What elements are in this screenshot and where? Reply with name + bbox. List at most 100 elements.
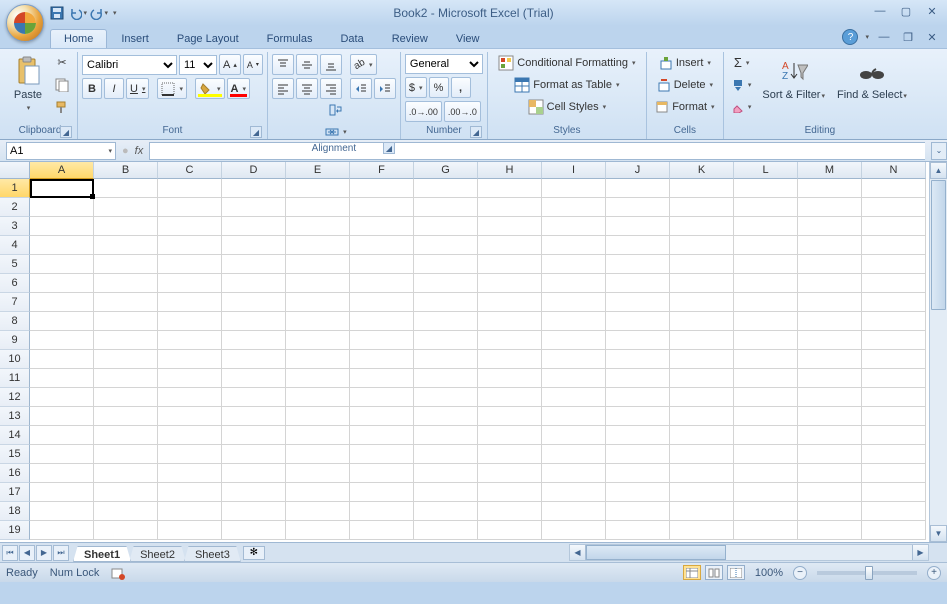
sort-filter-button[interactable]: AZ Sort & Filter▾ <box>757 52 830 118</box>
row-header[interactable]: 14 <box>0 426 30 445</box>
cell[interactable] <box>862 521 926 540</box>
cell[interactable] <box>30 369 94 388</box>
cell[interactable] <box>798 293 862 312</box>
cell[interactable] <box>414 521 478 540</box>
cell[interactable] <box>286 350 350 369</box>
cell[interactable] <box>222 388 286 407</box>
cell[interactable] <box>286 445 350 464</box>
close-button[interactable]: ✕ <box>923 4 941 18</box>
cell[interactable] <box>606 236 670 255</box>
find-select-button[interactable]: Find & Select▾ <box>832 52 912 118</box>
cell[interactable] <box>350 293 414 312</box>
normal-view-button[interactable] <box>683 565 701 580</box>
cell[interactable] <box>670 293 734 312</box>
cell[interactable] <box>862 350 926 369</box>
cell[interactable] <box>222 464 286 483</box>
cell[interactable] <box>862 293 926 312</box>
conditional-formatting-button[interactable]: Conditional Formatting▾ <box>492 52 642 73</box>
cell[interactable] <box>286 407 350 426</box>
cell[interactable] <box>670 274 734 293</box>
cell[interactable] <box>798 236 862 255</box>
cell[interactable] <box>478 350 542 369</box>
cell[interactable] <box>670 502 734 521</box>
cell[interactable] <box>350 198 414 217</box>
cell[interactable] <box>862 331 926 350</box>
row-header[interactable]: 2 <box>0 198 30 217</box>
cell[interactable] <box>542 350 606 369</box>
cell[interactable] <box>542 331 606 350</box>
cell[interactable] <box>350 388 414 407</box>
page-layout-view-button[interactable] <box>705 565 723 580</box>
cell[interactable] <box>158 388 222 407</box>
cell[interactable] <box>862 426 926 445</box>
cell[interactable] <box>414 312 478 331</box>
undo-icon[interactable]: ▾ <box>69 4 87 22</box>
cell[interactable] <box>30 331 94 350</box>
cell[interactable] <box>798 369 862 388</box>
number-format-select[interactable]: General <box>405 54 483 74</box>
tab-insert[interactable]: Insert <box>107 29 163 48</box>
cell[interactable] <box>734 312 798 331</box>
row-header[interactable]: 8 <box>0 312 30 331</box>
row-header[interactable]: 4 <box>0 236 30 255</box>
cell[interactable] <box>734 426 798 445</box>
cell[interactable] <box>158 331 222 350</box>
cell[interactable] <box>350 426 414 445</box>
active-cell[interactable] <box>30 179 94 198</box>
decrease-indent-button[interactable] <box>350 78 372 99</box>
sheet-tab[interactable]: Sheet2 <box>129 546 186 562</box>
cell[interactable] <box>350 255 414 274</box>
cell[interactable] <box>670 255 734 274</box>
cell[interactable] <box>606 350 670 369</box>
cell[interactable] <box>734 464 798 483</box>
cell[interactable] <box>286 331 350 350</box>
workbook-close-button[interactable]: ✕ <box>923 30 941 44</box>
cell[interactable] <box>94 464 158 483</box>
row-header[interactable]: 6 <box>0 274 30 293</box>
new-sheet-button[interactable]: ✻ <box>243 546 265 560</box>
cell[interactable] <box>542 464 606 483</box>
alignment-launcher[interactable]: ◢ <box>383 142 395 154</box>
horizontal-scrollbar[interactable]: ◀ ▶ <box>569 544 929 561</box>
cell[interactable] <box>734 274 798 293</box>
maximize-button[interactable]: ▢ <box>897 4 915 18</box>
cell[interactable] <box>798 483 862 502</box>
cell[interactable] <box>542 179 606 198</box>
tab-data[interactable]: Data <box>326 29 377 48</box>
cell[interactable] <box>286 236 350 255</box>
cell[interactable] <box>30 521 94 540</box>
cell[interactable] <box>286 274 350 293</box>
cell[interactable] <box>862 179 926 198</box>
font-name-select[interactable]: Calibri <box>82 55 177 75</box>
cell[interactable] <box>478 445 542 464</box>
cell[interactable] <box>606 426 670 445</box>
percent-button[interactable]: % <box>429 77 449 98</box>
cell[interactable] <box>222 312 286 331</box>
column-header[interactable]: D <box>222 162 286 179</box>
cell[interactable] <box>670 369 734 388</box>
cell[interactable] <box>30 388 94 407</box>
cell[interactable] <box>350 483 414 502</box>
scroll-left-button[interactable]: ◀ <box>570 545 586 560</box>
font-color-button[interactable]: A ▾ <box>227 78 250 99</box>
cell[interactable] <box>478 312 542 331</box>
decrease-decimal-button[interactable]: .00→.0 <box>444 101 481 122</box>
cell[interactable] <box>30 426 94 445</box>
cell[interactable] <box>94 198 158 217</box>
cell[interactable] <box>670 198 734 217</box>
cell[interactable] <box>158 521 222 540</box>
cell[interactable] <box>542 255 606 274</box>
page-break-view-button[interactable] <box>727 565 745 580</box>
cell[interactable] <box>414 369 478 388</box>
cell[interactable] <box>798 445 862 464</box>
cell[interactable] <box>414 483 478 502</box>
cell[interactable] <box>670 312 734 331</box>
cell[interactable] <box>606 198 670 217</box>
cell[interactable] <box>670 521 734 540</box>
cell[interactable] <box>222 445 286 464</box>
cell[interactable] <box>862 464 926 483</box>
row-header[interactable]: 1 <box>0 179 30 198</box>
cell[interactable] <box>542 521 606 540</box>
cell[interactable] <box>30 407 94 426</box>
cell[interactable] <box>158 445 222 464</box>
